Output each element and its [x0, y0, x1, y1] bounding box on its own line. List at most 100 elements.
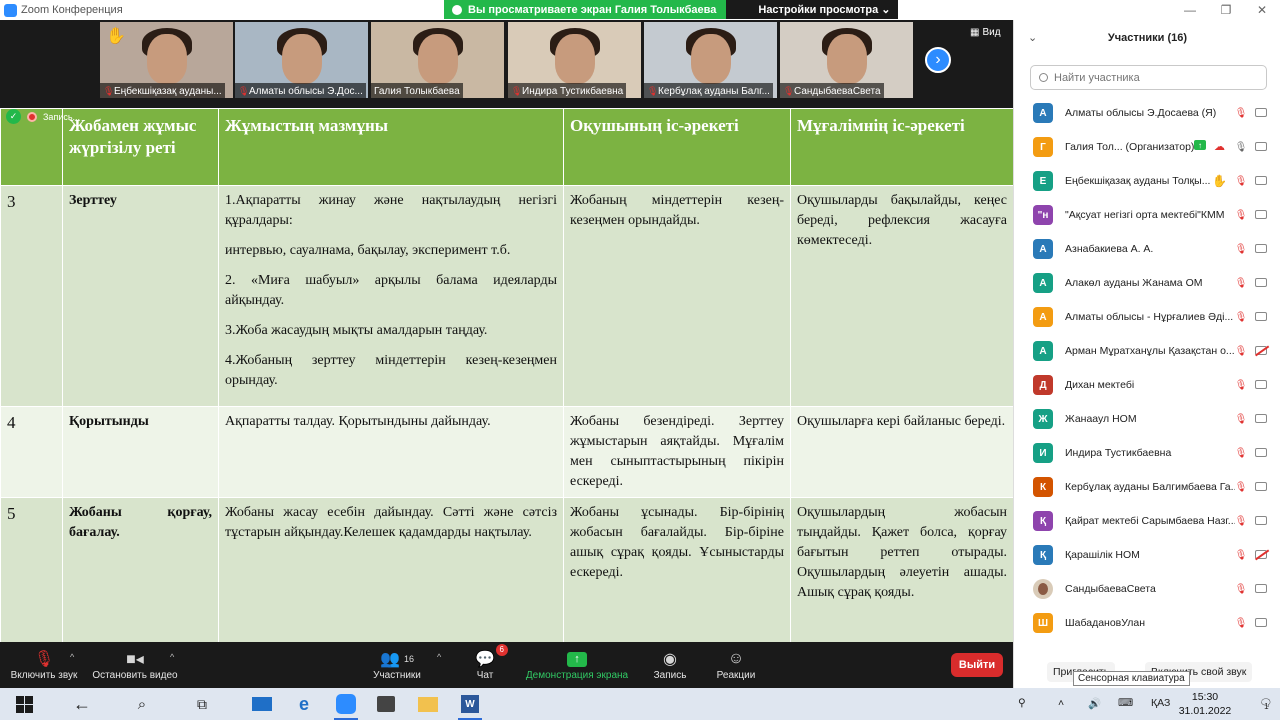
zoom-taskbar-icon[interactable]: [326, 692, 366, 720]
notifications-icon[interactable]: 🗨 1: [1255, 694, 1273, 712]
microphone-muted-icon[interactable]: 🎙: [1234, 616, 1248, 630]
microphone-muted-icon[interactable]: 🎙: [1234, 208, 1248, 222]
file-explorer-icon[interactable]: [408, 692, 448, 716]
participant-row[interactable]: А Азнабакиева А. А. 🎙: [1014, 232, 1280, 266]
view-settings-label: Настройки просмотра ⌄: [758, 4, 891, 16]
video-off-icon[interactable]: [1255, 550, 1267, 559]
participant-row[interactable]: И Индира Тустикбаевна 🎙: [1014, 436, 1280, 470]
participant-row[interactable]: А Арман Мұратханұлы Қазақстан о... 🎙: [1014, 334, 1280, 368]
video-camera-icon[interactable]: [1255, 482, 1267, 491]
video-off-icon[interactable]: [1255, 346, 1267, 355]
store-app-icon[interactable]: [366, 692, 406, 716]
microphone-muted-icon[interactable]: 🎙: [1234, 174, 1248, 188]
microphone-muted-icon[interactable]: 🎙: [1234, 344, 1248, 358]
microphone-muted-icon[interactable]: 🎙: [1234, 514, 1248, 528]
leave-button[interactable]: Выйти: [951, 653, 1003, 677]
video-tile[interactable]: ✋ 🎙 Еңбекшіқазақ ауданы...: [100, 22, 233, 98]
task-view-icon[interactable]: ⧉: [182, 692, 222, 716]
record-button[interactable]: ◉ Запись: [650, 648, 690, 681]
next-page-arrow-icon[interactable]: ›: [925, 47, 951, 73]
windows-taskbar: ← ⌕ ⧉ e W ⚲ ˄ 🔊 ⌨ ҚАЗ 15:30 31.01.2022 🗨…: [0, 688, 1280, 720]
word-app-icon[interactable]: W: [450, 692, 490, 720]
header-student: Оқушының іс-әрекеті: [563, 108, 791, 186]
language-indicator[interactable]: ҚАЗ: [1151, 697, 1170, 709]
stop-video-button[interactable]: ■◂ Остановить видео: [90, 648, 180, 681]
keyboard-icon[interactable]: ⌨: [1118, 697, 1133, 709]
participant-name: ШабадановУлан: [1065, 617, 1145, 629]
search-taskbar-icon[interactable]: ⌕: [122, 692, 162, 716]
video-camera-icon[interactable]: [1255, 584, 1267, 593]
participant-row[interactable]: А Алакөл ауданы Жанама ОМ 🎙: [1014, 266, 1280, 300]
participant-row[interactable]: Қ Қайрат мектебі Сарымбаева Назг... 🎙: [1014, 504, 1280, 538]
system-clock[interactable]: 15:30 31.01.2022: [1175, 690, 1235, 718]
participant-row[interactable]: Қ Қарашілік НОМ 🎙: [1014, 538, 1280, 572]
video-camera-icon[interactable]: [1255, 618, 1267, 627]
microphone-muted-icon[interactable]: 🎙: [1234, 242, 1248, 256]
microphone-muted-icon[interactable]: 🎙: [1234, 106, 1248, 120]
video-camera-icon[interactable]: [1255, 414, 1267, 423]
video-camera-icon[interactable]: [1255, 176, 1267, 185]
video-tile[interactable]: 🎙 Индира Тустикбаевна: [508, 22, 641, 98]
view-settings-button[interactable]: Настройки просмотра ⌄: [726, 0, 899, 19]
close-icon[interactable]: ✕: [1244, 0, 1280, 20]
microphone-muted-icon[interactable]: 🎙: [1234, 276, 1248, 290]
participant-row[interactable]: А Алматы облысы - Нұрғалиев Әді... 🎙: [1014, 300, 1280, 334]
volume-icon[interactable]: 🔊: [1088, 697, 1101, 710]
participants-caret-icon[interactable]: ^: [437, 652, 441, 662]
start-button[interactable]: [4, 692, 44, 716]
edge-browser-icon[interactable]: e: [284, 692, 324, 716]
chat-button[interactable]: 💬 6 Чат: [470, 644, 508, 681]
microphone-muted-icon[interactable]: 🎙: [1234, 446, 1248, 460]
share-screen-button[interactable]: ↑ Демонстрация экрана: [524, 648, 630, 681]
audio-options-caret-icon[interactable]: ^: [70, 652, 74, 662]
video-camera-icon[interactable]: [1255, 516, 1267, 525]
video-tile[interactable]: 🎙 СандыбаеваСвета: [780, 22, 913, 98]
minimize-icon[interactable]: —: [1172, 0, 1208, 20]
participant-search-input[interactable]: [1054, 71, 1254, 84]
video-camera-icon[interactable]: [1255, 244, 1267, 253]
content-paragraph: 4.Жобаның зерттеу міндеттерін кезең-кезе…: [225, 353, 557, 388]
video-camera-icon[interactable]: [1255, 448, 1267, 457]
people-tray-icon[interactable]: ⚲: [1018, 697, 1026, 709]
video-camera-icon[interactable]: [1255, 210, 1267, 219]
participant-row[interactable]: А Алматы облысы Э.Досаева (Я) 🎙: [1014, 96, 1280, 130]
mail-app-icon[interactable]: [242, 692, 282, 716]
view-label: Вид: [982, 27, 1001, 38]
video-camera-icon[interactable]: [1255, 380, 1267, 389]
row-content: Ақпаратты талдау. Қорытындыны дайындау.: [218, 406, 564, 498]
avatar: А: [1033, 239, 1053, 259]
participant-row[interactable]: Е Еңбекшіқазақ ауданы Толқы... ✋ 🎙: [1014, 164, 1280, 198]
maximize-icon[interactable]: ❐: [1208, 0, 1244, 20]
video-options-caret-icon[interactable]: ^: [170, 652, 174, 662]
microphone-muted-icon[interactable]: 🎙: [1234, 548, 1248, 562]
back-arrow-icon[interactable]: ←: [62, 692, 102, 716]
avatar: Ш: [1033, 613, 1053, 633]
participant-search[interactable]: [1030, 65, 1267, 90]
row-number: 3: [0, 185, 63, 407]
reactions-button[interactable]: ☺ Реакции: [714, 648, 758, 681]
microphone-muted-icon[interactable]: 🎙: [1234, 582, 1248, 596]
video-camera-icon[interactable]: [1255, 108, 1267, 117]
microphone-icon[interactable]: 🎙: [1234, 140, 1248, 154]
participant-row[interactable]: Г Галия Тол... (Организатор) ↑ ☁ 🎙: [1014, 130, 1280, 164]
video-camera-icon[interactable]: [1255, 312, 1267, 321]
participant-row[interactable]: К Кербұлақ ауданы Балгимбаева Га... 🎙: [1014, 470, 1280, 504]
video-tile[interactable]: 🎙 Кербұлақ ауданы Балг...: [644, 22, 777, 98]
tray-expand-icon[interactable]: ˄: [1058, 697, 1064, 709]
microphone-muted-icon[interactable]: 🎙: [1234, 310, 1248, 324]
microphone-muted-icon[interactable]: 🎙: [1234, 480, 1248, 494]
video-camera-icon[interactable]: [1255, 142, 1267, 151]
video-tile[interactable]: Галия Толыкбаева: [371, 22, 504, 98]
avatar: Д: [1033, 375, 1053, 395]
participant-row[interactable]: "н "Ақсуат негізгі орта мектебі"КММ 🎙: [1014, 198, 1280, 232]
microphone-muted-icon[interactable]: 🎙: [1234, 412, 1248, 426]
video-tile[interactable]: 🎙 Алматы облысы Э.Дос...: [235, 22, 368, 98]
participant-row[interactable]: Д Дихан мектебі 🎙: [1014, 368, 1280, 402]
microphone-muted-icon[interactable]: 🎙: [1234, 378, 1248, 392]
participant-row[interactable]: Ш ШабадановУлан 🎙: [1014, 606, 1280, 640]
participant-row[interactable]: СандыбаеваСвета 🎙: [1014, 572, 1280, 606]
participant-row[interactable]: Ж Жанааул НОМ 🎙: [1014, 402, 1280, 436]
view-button[interactable]: ▦ Вид: [970, 27, 1001, 38]
participants-button[interactable]: 👥 16 Участники: [370, 648, 424, 681]
video-camera-icon[interactable]: [1255, 278, 1267, 287]
